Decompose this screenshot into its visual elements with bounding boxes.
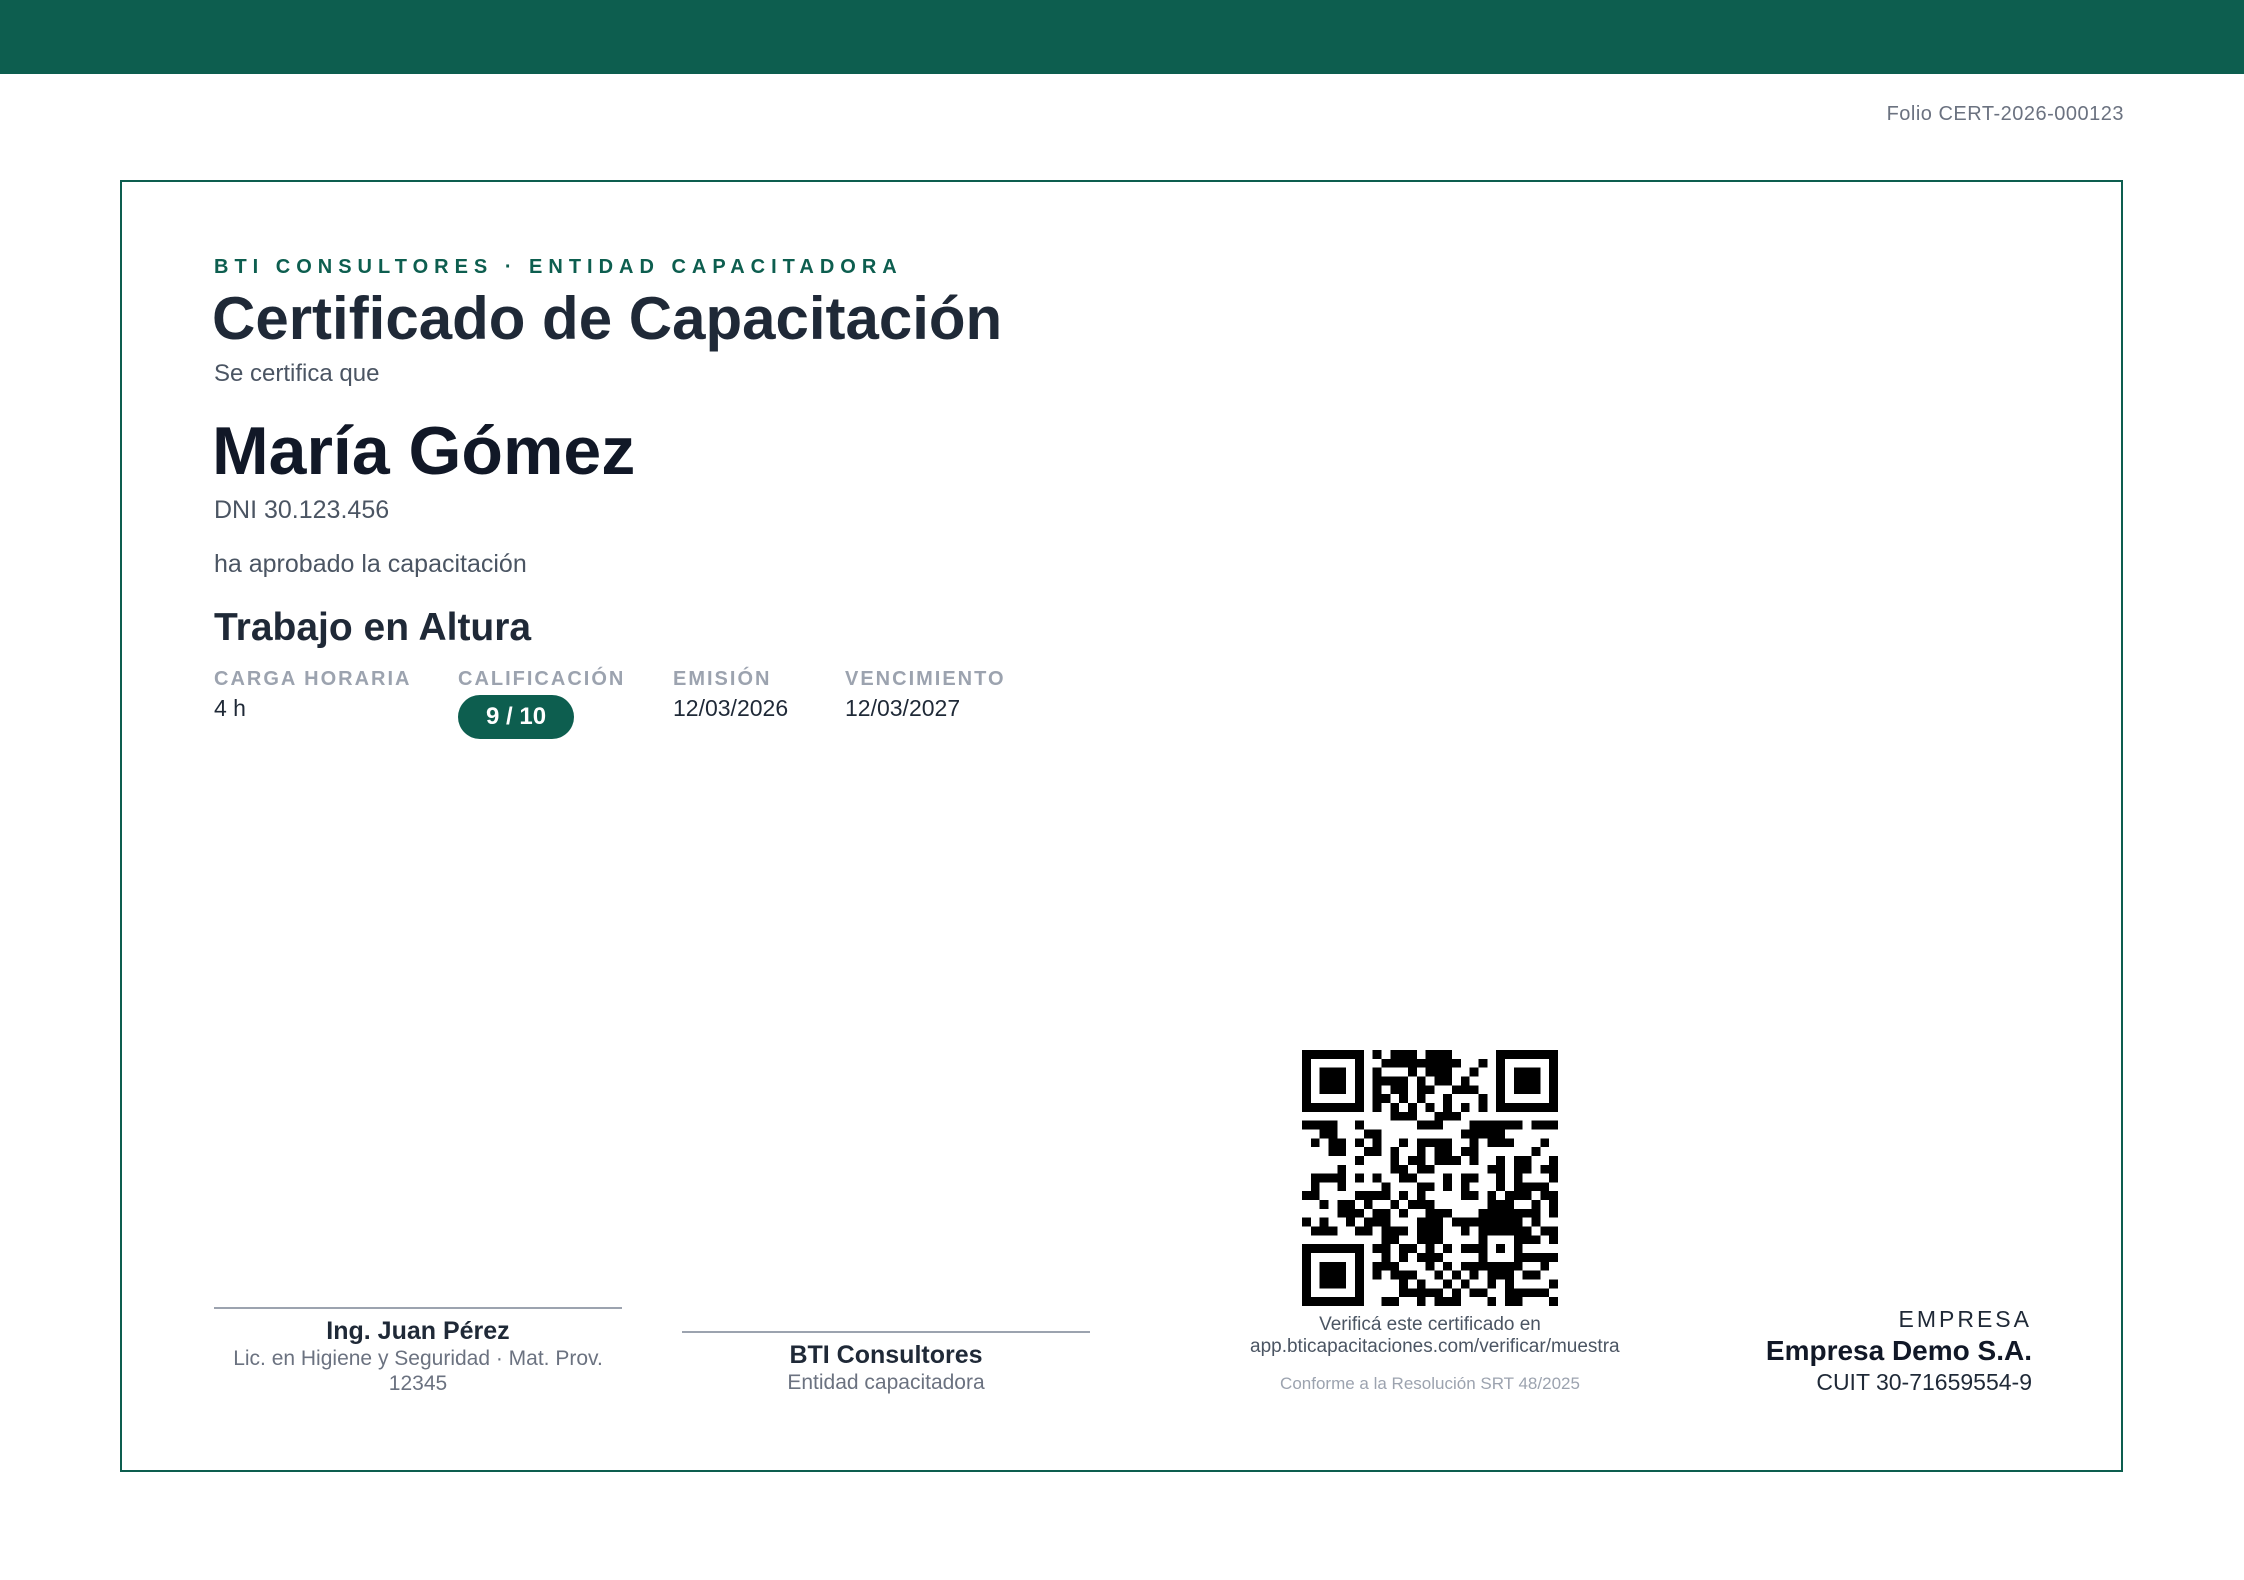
certifies-text: Se certifica que — [214, 360, 380, 387]
company-cuit: CUIT 30-71659554-9 — [1816, 1369, 2032, 1395]
meta-grade: CALIFICACIÓN 9 / 10 — [458, 668, 625, 739]
folio-number: Folio CERT-2026-000123 — [1886, 103, 2124, 125]
meta-hours-label: CARGA HORARIA — [214, 668, 412, 690]
certificate-title: Certificado de Capacitación — [212, 285, 1003, 352]
top-brand-bar — [0, 0, 2244, 74]
entity-signature-name: BTI Consultores — [789, 1341, 983, 1369]
meta-expiry: VENCIMIENTO 12/03/2027 — [845, 668, 1006, 722]
resolution-text: Conforme a la Resolución SRT 48/2025 — [1280, 1374, 1580, 1393]
qr-code-icon[interactable] — [1302, 1050, 1558, 1306]
instructor-signature-line — [214, 1307, 622, 1309]
recipient-name: María Gómez — [212, 413, 636, 489]
verification-url[interactable]: app.bticapacitaciones.com/verificar/mues… — [1250, 1336, 1620, 1358]
issuing-entity-line: BTI CONSULTORES · ENTIDAD CAPACITADORA — [214, 256, 903, 278]
grade-badge: 9 / 10 — [458, 695, 575, 739]
meta-hours: CARGA HORARIA 4 h — [214, 668, 411, 722]
recipient-dni: DNI 30.123.456 — [214, 496, 390, 524]
verification-block: Verificá este certificado en app.bticapa… — [1250, 1050, 1620, 1394]
entity-signature-line — [682, 1331, 1090, 1333]
company-block: EMPRESA Empresa Demo S.A. CUIT 30-716595… — [1766, 1306, 2032, 1396]
meta-hours-value: 4 h — [214, 695, 246, 721]
course-name: Trabajo en Altura — [214, 606, 532, 649]
meta-expiry-value: 12/03/2027 — [845, 695, 961, 721]
verification-text: Verificá este certificado en — [1319, 1314, 1541, 1335]
instructor-role: Lic. en Higiene y Seguridad · Mat. Prov.… — [233, 1347, 603, 1395]
meta-issue-value: 12/03/2026 — [673, 695, 789, 721]
meta-grade-label: CALIFICACIÓN — [458, 668, 626, 690]
company-label: EMPRESA — [1898, 1306, 2032, 1332]
meta-expiry-label: VENCIMIENTO — [845, 668, 1006, 690]
instructor-signature: Ing. Juan Pérez Lic. en Higiene y Seguri… — [214, 1307, 622, 1396]
certificate-frame — [120, 180, 2123, 1472]
approved-text: ha aprobado la capacitación — [214, 550, 527, 578]
meta-issue-label: EMISIÓN — [673, 668, 772, 690]
instructor-name: Ing. Juan Pérez — [326, 1317, 510, 1345]
entity-signature: BTI Consultores Entidad capacitadora — [682, 1331, 1090, 1395]
meta-issue: EMISIÓN 12/03/2026 — [673, 668, 788, 722]
entity-signature-role: Entidad capacitadora — [787, 1371, 985, 1394]
company-name: Empresa Demo S.A. — [1765, 1335, 2032, 1366]
